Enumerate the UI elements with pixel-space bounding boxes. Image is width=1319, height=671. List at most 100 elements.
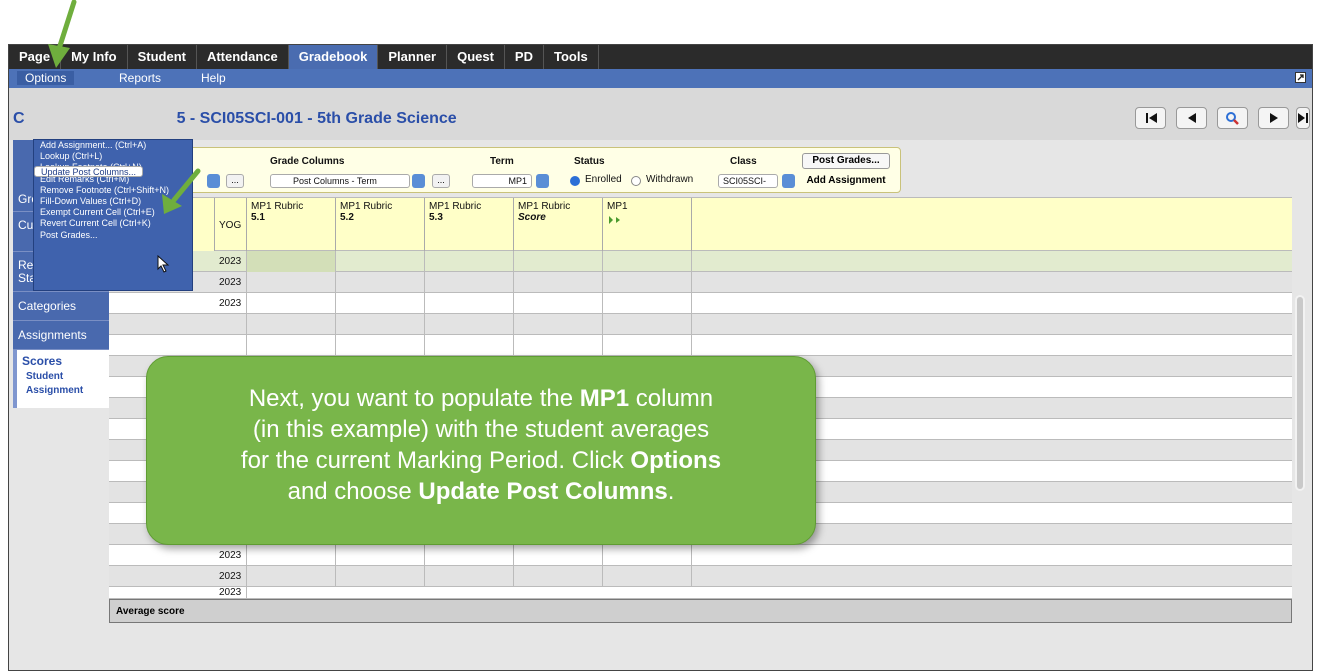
table-row[interactable]: 2023 xyxy=(109,566,1292,587)
score-cell[interactable] xyxy=(247,272,336,293)
select-arrow-icon[interactable] xyxy=(536,174,549,188)
sidebar-item-categories[interactable]: Categories xyxy=(13,292,113,321)
menu-item-lookup[interactable]: Lookup (Ctrl+L) xyxy=(34,151,192,162)
score-cell[interactable] xyxy=(514,335,603,356)
score-cell[interactable] xyxy=(603,314,692,335)
tab-tools[interactable]: Tools xyxy=(544,45,599,69)
callout-line-4: and choose Update Post Columns. xyxy=(171,476,791,507)
score-cell[interactable] xyxy=(425,272,514,293)
score-cell[interactable] xyxy=(603,545,692,566)
ellipsis-button[interactable]: ... xyxy=(226,174,244,188)
header-column-sub: 5.2 xyxy=(340,212,354,223)
score-cell[interactable] xyxy=(336,314,425,335)
table-row[interactable]: 2023 xyxy=(109,251,1292,272)
table-row[interactable]: 2023 xyxy=(109,587,1292,599)
last-record-icon[interactable] xyxy=(1296,107,1310,129)
tab-attendance[interactable]: Attendance xyxy=(197,45,289,69)
header-column-3[interactable]: MP1 Rubric 5.3 xyxy=(425,198,514,252)
score-cell[interactable] xyxy=(336,272,425,293)
score-cell[interactable] xyxy=(425,251,514,272)
enrolled-label: Enrolled xyxy=(585,174,622,185)
table-row[interactable]: 2023 xyxy=(109,545,1292,566)
add-assignment-button[interactable]: Add Assignment xyxy=(802,173,890,189)
score-cell[interactable] xyxy=(514,272,603,293)
table-row[interactable] xyxy=(109,314,1292,335)
tab-pd[interactable]: PD xyxy=(505,45,544,69)
next-record-icon[interactable] xyxy=(1258,107,1289,129)
scores-student-link[interactable]: Student xyxy=(22,371,108,382)
tab-student[interactable]: Student xyxy=(128,45,197,69)
score-cell[interactable] xyxy=(336,251,425,272)
score-cell[interactable] xyxy=(603,293,692,314)
score-cell[interactable] xyxy=(336,293,425,314)
header-column-title: MP1 Rubric xyxy=(518,201,571,212)
grade-columns-select[interactable]: Post Columns - Term xyxy=(270,174,410,188)
score-cell[interactable] xyxy=(603,566,692,587)
table-row[interactable] xyxy=(109,335,1292,356)
score-cell[interactable] xyxy=(514,251,603,272)
post-column-icon xyxy=(609,216,620,224)
grid-header: YOG MP1 Rubric 5.1 MP1 Rubric 5.2 MP1 Ru… xyxy=(109,197,1292,252)
score-cell[interactable] xyxy=(247,314,336,335)
score-cell[interactable] xyxy=(514,293,603,314)
tab-gradebook[interactable]: Gradebook xyxy=(288,45,379,69)
scores-assignment-link[interactable]: Assignment xyxy=(22,385,108,396)
sidebar-item-scores[interactable]: Scores Student Assignment xyxy=(13,350,113,408)
header-column-4[interactable]: MP1 Rubric Score xyxy=(514,198,603,252)
score-cell[interactable] xyxy=(336,545,425,566)
first-record-icon[interactable] xyxy=(1135,107,1166,129)
score-cell[interactable] xyxy=(247,293,336,314)
header-column-5[interactable]: MP1 xyxy=(603,198,692,252)
table-row[interactable]: 2023 xyxy=(109,272,1292,293)
popout-icon[interactable] xyxy=(1295,72,1306,83)
score-cell[interactable] xyxy=(336,335,425,356)
score-cell[interactable] xyxy=(603,251,692,272)
tab-planner[interactable]: Planner xyxy=(378,45,448,69)
select-arrow-icon[interactable] xyxy=(782,174,795,188)
post-grades-button[interactable]: Post Grades... xyxy=(802,153,890,169)
menu-item-post-grades[interactable]: Post Grades... xyxy=(34,230,192,241)
score-cell[interactable] xyxy=(603,272,692,293)
withdrawn-radio[interactable] xyxy=(631,176,641,186)
score-cell[interactable] xyxy=(425,335,514,356)
menu-item-update-post-columns[interactable]: Update Post Columns... xyxy=(34,166,144,178)
score-cell[interactable] xyxy=(247,335,336,356)
score-cell[interactable] xyxy=(425,545,514,566)
score-cell[interactable] xyxy=(514,314,603,335)
pointer-arrow-icon xyxy=(48,0,77,68)
score-cell[interactable] xyxy=(425,293,514,314)
score-cell[interactable] xyxy=(247,566,336,587)
score-cell[interactable] xyxy=(514,566,603,587)
score-cell[interactable] xyxy=(247,251,336,272)
class-select[interactable]: SCI05SCI- xyxy=(718,174,778,188)
scrollbar-thumb[interactable] xyxy=(1297,297,1303,489)
term-select[interactable]: MP1 xyxy=(472,174,532,188)
enrolled-radio[interactable] xyxy=(570,176,580,186)
sidebar-item-assignments[interactable]: Assignments xyxy=(13,321,113,350)
previous-record-icon[interactable] xyxy=(1176,107,1207,129)
score-cell[interactable] xyxy=(603,335,692,356)
search-icon[interactable] xyxy=(1217,107,1248,129)
ellipsis-button[interactable]: ... xyxy=(432,174,450,188)
score-cell[interactable] xyxy=(425,566,514,587)
score-cell[interactable] xyxy=(336,566,425,587)
select-arrow-icon[interactable] xyxy=(412,174,425,188)
select-arrow-icon[interactable] xyxy=(207,174,220,188)
tab-quest[interactable]: Quest xyxy=(447,45,505,69)
score-cell[interactable] xyxy=(514,545,603,566)
yog-cell xyxy=(215,314,247,335)
callout-line-3: for the current Marking Period. Click Op… xyxy=(171,445,791,476)
callout-text: for the current Marking Period. Click xyxy=(240,447,631,474)
menu-item-add-assignment[interactable]: Add Assignment... (Ctrl+A) xyxy=(34,140,192,151)
header-column-2[interactable]: MP1 Rubric 5.2 xyxy=(336,198,425,252)
header-column-1[interactable]: MP1 Rubric 5.1 xyxy=(247,198,336,252)
callout-text: . xyxy=(667,478,675,505)
header-yog[interactable]: YOG xyxy=(215,198,247,252)
help-menu[interactable]: Help xyxy=(201,71,226,85)
menu-item-revert-current-cell[interactable]: Revert Current Cell (Ctrl+K) xyxy=(34,218,192,229)
score-cell[interactable] xyxy=(425,314,514,335)
reports-menu[interactable]: Reports xyxy=(119,71,161,85)
table-row[interactable]: 2023 xyxy=(109,293,1292,314)
score-cell[interactable] xyxy=(247,545,336,566)
header-column-title: MP1 Rubric xyxy=(340,201,393,212)
